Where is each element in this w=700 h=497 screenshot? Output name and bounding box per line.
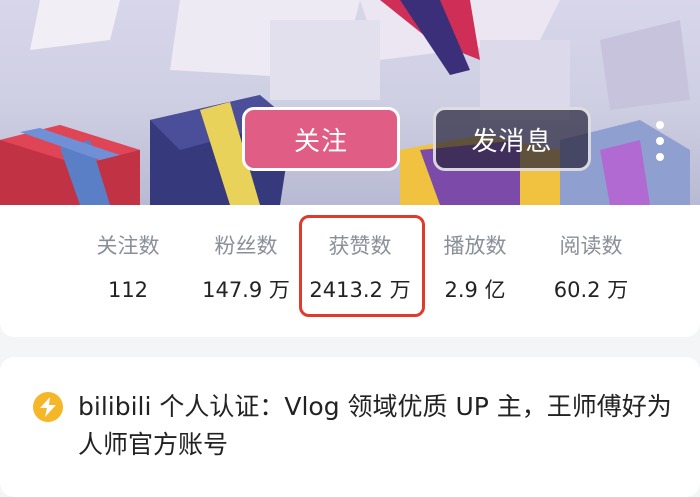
- stat-value: 112: [107, 278, 149, 302]
- stat-plays[interactable]: 播放数 2.9 亿: [415, 231, 535, 305]
- likes-highlight-box: [299, 215, 425, 317]
- stat-label: 关注数: [96, 234, 160, 258]
- stat-value: 147.9 万: [202, 278, 290, 302]
- verification-text: bilibili 个人认证：Vlog 领域优质 UP 主，王师傅好为人师官方账号: [78, 392, 672, 459]
- stat-label: 阅读数: [559, 234, 623, 258]
- banner-illustration: [0, 0, 690, 205]
- stat-following[interactable]: 关注数 112: [68, 231, 188, 305]
- more-vertical-icon[interactable]: [650, 121, 670, 161]
- stat-label: 粉丝数: [214, 234, 278, 258]
- stat-fans[interactable]: 粉丝数 147.9 万: [186, 231, 306, 305]
- stat-reads[interactable]: 阅读数 60.2 万: [531, 231, 651, 305]
- profile-banner: 关注 发消息: [0, 0, 700, 205]
- send-message-button[interactable]: 发消息: [433, 107, 591, 171]
- follow-button[interactable]: 关注: [242, 107, 400, 171]
- stat-label: 播放数: [443, 234, 507, 258]
- stat-value: 60.2 万: [553, 278, 629, 302]
- lightning-icon: [33, 392, 63, 422]
- stat-value: 2.9 亿: [444, 278, 506, 302]
